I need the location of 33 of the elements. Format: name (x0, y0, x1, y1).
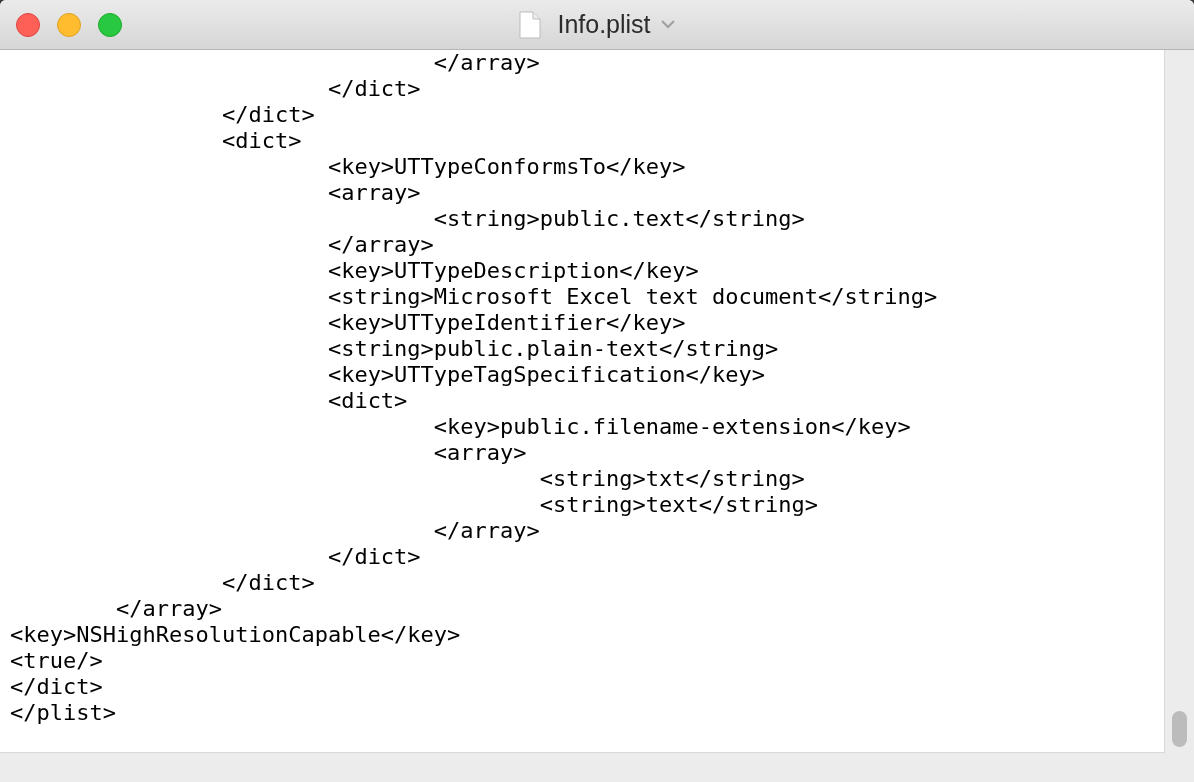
window-title: Info.plist (556, 10, 651, 39)
code-line: <dict> (220, 128, 302, 154)
code-line: <true/> (9, 648, 103, 674)
code-line: </dict> (220, 102, 315, 128)
code-line: <array> (432, 440, 527, 466)
code-line: </dict> (220, 570, 315, 596)
code-line: </dict> (326, 544, 421, 570)
code-line: <string>public.plain-text</string> (326, 336, 779, 362)
code-line: </array> (432, 50, 540, 76)
code-line: <key>NSHighResolutionCapable</key> (9, 622, 461, 648)
code-line: </dict> (326, 76, 421, 102)
code-line: </array> (114, 596, 222, 622)
code-line: <string>public.text</string> (432, 206, 805, 232)
code-line: <string>txt</string> (538, 466, 805, 492)
document-icon (519, 10, 542, 39)
code-line: <key>UTTypeIdentifier</key> (326, 310, 686, 336)
code-line: <dict> (326, 388, 408, 414)
zoom-button[interactable] (98, 12, 122, 37)
code-line: <string>text</string> (538, 492, 818, 518)
code-line: </plist> (9, 700, 116, 726)
scrollbar-thumb[interactable] (1172, 711, 1187, 747)
code-line: </dict> (9, 674, 103, 700)
code-line: <string>Microsoft Excel text document</string> (326, 284, 938, 310)
code-line: <key>UTTypeDescription</key> (326, 258, 699, 284)
code-line: <key>public.filename-extension</key> (432, 414, 911, 440)
minimize-button[interactable] (57, 12, 81, 37)
code-line: </array> (326, 232, 434, 258)
code-line: </array> (432, 518, 540, 544)
close-button[interactable] (16, 12, 40, 37)
code-line: <key>UTTypeConformsTo</key> (326, 154, 686, 180)
chevron-icon[interactable] (660, 20, 675, 29)
code-line: <key>UTTypeTagSpecification</key> (326, 362, 765, 388)
code-line: <array> (326, 180, 421, 206)
